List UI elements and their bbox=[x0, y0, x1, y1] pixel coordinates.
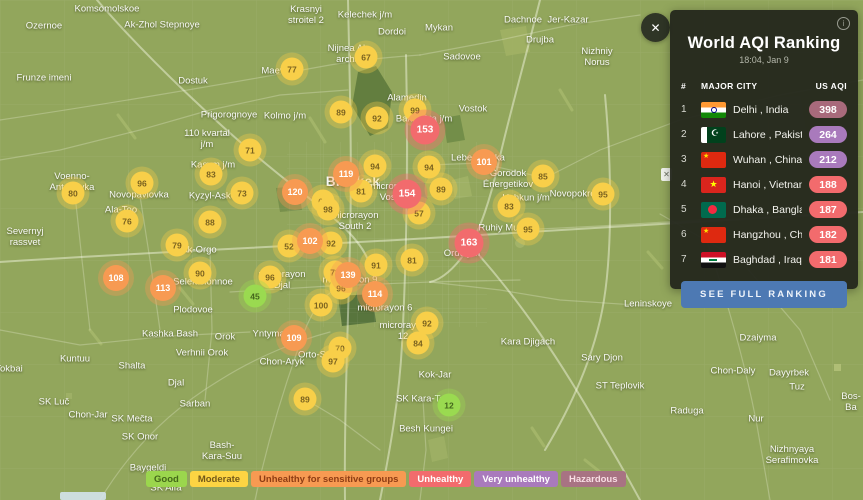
aqi-marker[interactable]: 95 bbox=[517, 218, 540, 241]
aqi-marker[interactable]: 80 bbox=[62, 182, 85, 205]
legend-chip: Very unhealthy bbox=[474, 471, 558, 487]
aqi-badge: 398 bbox=[809, 101, 847, 118]
city-name: Wuhan , China bbox=[733, 154, 802, 166]
city-name: Baghdad , Iraq bbox=[733, 254, 802, 266]
aqi-marker[interactable]: 94 bbox=[418, 156, 441, 179]
aqi-marker[interactable]: 101 bbox=[471, 149, 497, 175]
country-flag-icon bbox=[701, 252, 726, 268]
rank-number: 7 bbox=[681, 254, 694, 265]
aqi-marker[interactable]: 100 bbox=[310, 294, 333, 317]
ranking-row[interactable]: 6 Hangzhou , China 182 bbox=[681, 222, 847, 247]
aqi-marker[interactable]: 163 bbox=[455, 229, 484, 258]
aqi-legend: GoodModerateUnhealthy for sensitive grou… bbox=[146, 471, 626, 487]
ranking-row[interactable]: 5 Dhaka , Bangladesh 187 bbox=[681, 197, 847, 222]
aqi-marker[interactable]: 108 bbox=[103, 265, 129, 291]
aqi-marker[interactable]: 92 bbox=[366, 107, 389, 130]
city-name: Dhaka , Bangladesh bbox=[733, 204, 802, 216]
rank-number: 6 bbox=[681, 229, 694, 240]
aqi-marker[interactable]: 67 bbox=[355, 46, 378, 69]
ranking-row[interactable]: 7 Baghdad , Iraq 181 bbox=[681, 247, 847, 272]
city-name: Hangzhou , China bbox=[733, 229, 802, 241]
aqi-marker[interactable]: 114 bbox=[362, 281, 388, 307]
aqi-marker[interactable]: 139 bbox=[335, 262, 361, 288]
rank-number: 2 bbox=[681, 129, 694, 140]
rank-number: 1 bbox=[681, 104, 694, 115]
city-name: Lahore , Pakistan bbox=[733, 129, 802, 141]
aqi-badge: 264 bbox=[809, 126, 847, 143]
city-name: Delhi , India bbox=[733, 104, 802, 116]
ranking-row[interactable]: 2 Lahore , Pakistan 264 bbox=[681, 122, 847, 147]
panel-close-button[interactable]: ✕ bbox=[641, 13, 670, 42]
panel-title: World AQI Ranking bbox=[681, 34, 847, 53]
close-icon: ✕ bbox=[650, 21, 660, 35]
aqi-marker[interactable]: 96 bbox=[259, 266, 282, 289]
aqi-marker[interactable]: 119 bbox=[333, 161, 359, 187]
country-flag-icon bbox=[701, 152, 726, 168]
aqi-marker[interactable]: 88 bbox=[199, 211, 222, 234]
aqi-marker[interactable]: 120 bbox=[282, 179, 308, 205]
aqi-badge: 187 bbox=[809, 201, 847, 218]
ranking-row[interactable]: 4 Hanoi , Vietnam 188 bbox=[681, 172, 847, 197]
aqi-marker[interactable]: 83 bbox=[200, 163, 223, 186]
aqi-marker[interactable]: 94 bbox=[364, 155, 387, 178]
aqi-marker[interactable]: 102 bbox=[297, 228, 323, 254]
info-icon[interactable]: i bbox=[837, 17, 850, 30]
aqi-marker[interactable]: 113 bbox=[150, 275, 176, 301]
legend-chip: Hazardous bbox=[561, 471, 626, 487]
aqi-marker[interactable]: 89 bbox=[330, 101, 353, 124]
aqi-marker[interactable]: 109 bbox=[281, 325, 307, 351]
aqi-marker[interactable]: 77 bbox=[281, 58, 304, 81]
aqi-marker[interactable]: 89 bbox=[430, 178, 453, 201]
column-city: MAJOR CITY bbox=[701, 81, 802, 91]
country-flag-icon bbox=[701, 102, 726, 118]
aqi-marker[interactable]: 84 bbox=[407, 332, 430, 355]
column-aqi: US AQI bbox=[809, 81, 847, 91]
aqi-marker[interactable]: 73 bbox=[231, 182, 254, 205]
aqi-marker[interactable]: 92 bbox=[320, 232, 343, 255]
map-attribution-partial bbox=[60, 492, 106, 500]
ranking-table-header: # MAJOR CITY US AQI bbox=[681, 77, 847, 95]
aqi-badge: 212 bbox=[809, 151, 847, 168]
aqi-marker[interactable]: 45 bbox=[244, 285, 267, 308]
country-flag-icon bbox=[701, 177, 726, 193]
rank-number: 4 bbox=[681, 179, 694, 190]
aqi-marker[interactable]: 97 bbox=[322, 350, 345, 373]
see-full-ranking-button[interactable]: SEE FULL RANKING bbox=[681, 281, 847, 308]
aqi-marker[interactable]: 98 bbox=[317, 198, 340, 221]
legend-chip: Moderate bbox=[190, 471, 248, 487]
world-aqi-ranking-panel: i World AQI Ranking 18:04, Jan 9 # MAJOR… bbox=[670, 10, 858, 289]
legend-chip: Unhealthy bbox=[409, 471, 471, 487]
aqi-marker[interactable]: 71 bbox=[239, 139, 262, 162]
aqi-badge: 181 bbox=[809, 251, 847, 268]
country-flag-icon bbox=[701, 127, 726, 143]
legend-chip: Unhealthy for sensitive groups bbox=[251, 471, 406, 487]
panel-timestamp: 18:04, Jan 9 bbox=[681, 55, 847, 65]
aqi-marker[interactable]: 154 bbox=[393, 180, 422, 209]
column-rank: # bbox=[681, 81, 694, 91]
city-name: Hanoi , Vietnam bbox=[733, 179, 802, 191]
aqi-marker[interactable]: 95 bbox=[592, 183, 615, 206]
aqi-marker[interactable]: 76 bbox=[116, 210, 139, 233]
aqi-badge: 182 bbox=[809, 226, 847, 243]
aqi-marker[interactable]: 12 bbox=[438, 394, 461, 417]
country-flag-icon bbox=[701, 227, 726, 243]
country-flag-icon bbox=[701, 202, 726, 218]
aqi-badge: 188 bbox=[809, 176, 847, 193]
aqi-marker[interactable]: 79 bbox=[166, 234, 189, 257]
aqi-marker[interactable]: 90 bbox=[189, 262, 212, 285]
ranking-row[interactable]: 1 Delhi , India 398 bbox=[681, 97, 847, 122]
aqi-marker[interactable]: 153 bbox=[411, 116, 440, 145]
aqi-marker[interactable]: 85 bbox=[532, 165, 555, 188]
air-quality-map-app: OzernoeKomsomolskoeAk-Zhol StepnoyeKrasn… bbox=[0, 0, 863, 500]
aqi-marker[interactable]: 81 bbox=[401, 249, 424, 272]
ranking-row[interactable]: 3 Wuhan , China 212 bbox=[681, 147, 847, 172]
aqi-marker[interactable]: 96 bbox=[131, 172, 154, 195]
legend-chip: Good bbox=[146, 471, 187, 487]
aqi-marker[interactable]: 83 bbox=[498, 195, 521, 218]
aqi-marker[interactable]: 89 bbox=[294, 388, 317, 411]
rank-number: 5 bbox=[681, 204, 694, 215]
aqi-marker[interactable]: 91 bbox=[365, 254, 388, 277]
rank-number: 3 bbox=[681, 154, 694, 165]
ranking-rows: 1 Delhi , India 398 2 Lahore , Pakistan … bbox=[681, 97, 847, 272]
